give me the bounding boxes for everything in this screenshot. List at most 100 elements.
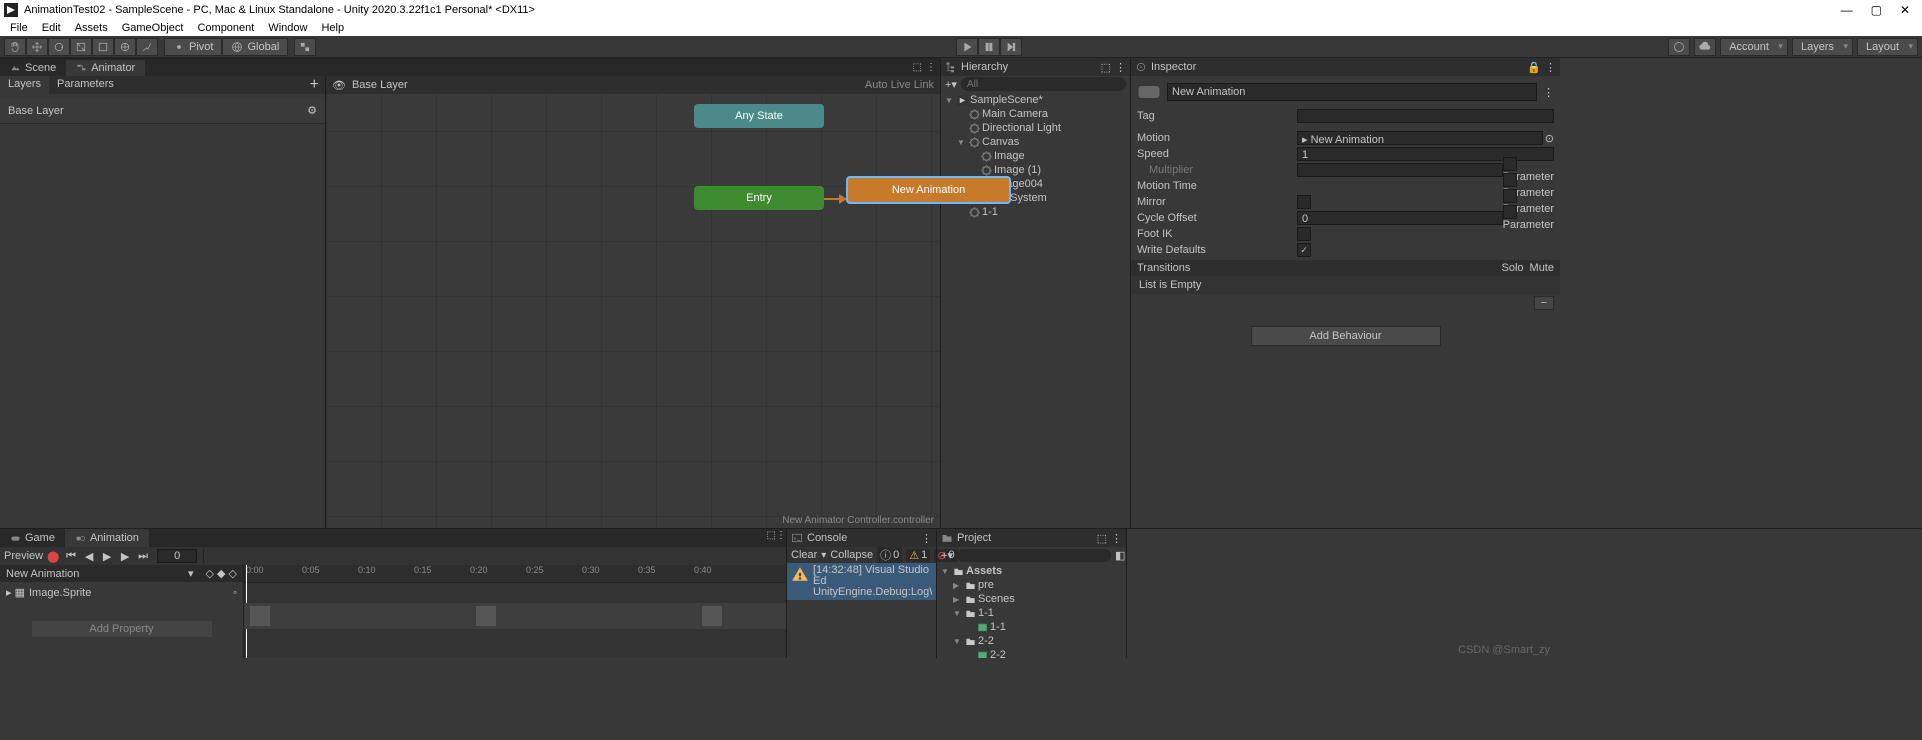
global-toggle[interactable]: Global xyxy=(222,38,288,56)
add-behaviour-button[interactable]: Add Behaviour xyxy=(1251,326,1441,346)
layer-settings-icon[interactable]: ⚙ xyxy=(307,104,317,117)
add-property-button[interactable]: Add Property xyxy=(32,621,212,637)
close-button[interactable]: ✕ xyxy=(1900,3,1910,17)
mirror-param-check[interactable] xyxy=(1503,189,1517,203)
info-count[interactable]: ⓘ0 xyxy=(877,547,902,563)
clip-dropdown[interactable]: New Animation▾◇ ◆ ◇ xyxy=(0,565,243,582)
keyframe[interactable] xyxy=(250,606,270,626)
tree-item[interactable]: Main Camera xyxy=(941,107,1130,121)
step-button[interactable] xyxy=(1000,38,1022,56)
frame-input[interactable]: 0 xyxy=(157,549,197,563)
tree-item[interactable]: Directional Light xyxy=(941,121,1130,135)
game-tab[interactable]: Game xyxy=(0,529,65,547)
hand-tool[interactable] xyxy=(4,38,26,56)
layer-row[interactable]: Base Layer ⚙ xyxy=(0,98,325,124)
tree-item[interactable]: ▼2-2 xyxy=(937,634,1126,648)
tree-item[interactable]: ▼Canvas xyxy=(941,135,1130,149)
animator-graph[interactable]: 👁 Base Layer Auto Live Link Any State En… xyxy=(326,76,940,528)
console-entry[interactable]: [14:32:48] Visual Studio EdUnityEngine.D… xyxy=(787,563,936,600)
record-button[interactable]: ⬤ xyxy=(45,549,61,563)
tree-item[interactable]: Image (1) xyxy=(941,163,1130,177)
play-button[interactable] xyxy=(956,38,978,56)
cycle-param-check[interactable] xyxy=(1503,205,1517,219)
motion-field[interactable]: ▸ New Animation xyxy=(1297,131,1543,145)
transition-arrow[interactable] xyxy=(824,198,846,200)
animator-tab[interactable]: Animator xyxy=(66,60,145,76)
motion-picker-icon[interactable]: ⊙ xyxy=(1545,132,1554,145)
keyframe[interactable] xyxy=(476,606,496,626)
first-frame-button[interactable]: ⏮ xyxy=(63,549,79,563)
rotate-tool[interactable] xyxy=(48,38,70,56)
menu-gameobject[interactable]: GameObject xyxy=(122,22,184,34)
layout-dropdown[interactable]: Layout xyxy=(1857,38,1918,56)
animation-state-node[interactable]: New Animation xyxy=(846,176,1011,204)
preview-toggle[interactable]: Preview xyxy=(4,550,43,562)
tree-item[interactable]: 2-2 xyxy=(937,648,1126,658)
minimize-button[interactable]: — xyxy=(1841,3,1853,17)
state-name-input[interactable]: New Animation xyxy=(1167,83,1537,101)
play-anim-button[interactable]: ▶ xyxy=(99,549,115,563)
menu-help[interactable]: Help xyxy=(321,22,344,34)
last-frame-button[interactable]: ⏭ xyxy=(135,549,151,563)
add-layer-button[interactable]: + xyxy=(304,76,325,94)
scene-tab[interactable]: Scene xyxy=(0,60,66,76)
prev-key-button[interactable]: ◀ xyxy=(81,549,97,563)
cycle-input[interactable]: 0 xyxy=(1297,211,1503,225)
timeline[interactable]: 0:000:050:100:150:200:250:300:350:40 xyxy=(244,565,786,658)
menu-component[interactable]: Component xyxy=(197,22,254,34)
motiontime-param-check[interactable] xyxy=(1503,173,1517,187)
anim-dock-icon[interactable]: ⬚ xyxy=(767,530,776,541)
menu-window[interactable]: Window xyxy=(268,22,307,34)
pause-button[interactable] xyxy=(978,38,1000,56)
tree-item[interactable]: ▶pre xyxy=(937,578,1126,592)
pivot-toggle[interactable]: Pivot xyxy=(164,38,222,56)
project-search[interactable] xyxy=(957,549,1111,562)
entry-node[interactable]: Entry xyxy=(694,186,824,210)
scale-tool[interactable] xyxy=(70,38,92,56)
inspector-lock-icon[interactable]: 🔒 xyxy=(1527,61,1541,74)
clear-button[interactable]: Clear xyxy=(791,549,817,561)
account-dropdown[interactable]: Account xyxy=(1720,38,1788,56)
collab-icon[interactable] xyxy=(1668,38,1690,56)
visibility-icon[interactable]: 👁 xyxy=(332,79,346,92)
property-row[interactable]: ▸ ▦ Image.Sprite◦ xyxy=(0,582,243,603)
writedef-check[interactable]: ✓ xyxy=(1297,243,1311,257)
any-state-node[interactable]: Any State xyxy=(694,104,824,128)
custom-tool[interactable] xyxy=(136,38,158,56)
tree-item[interactable]: ▼1-1 xyxy=(937,606,1126,620)
next-key-button[interactable]: ▶ xyxy=(117,549,133,563)
tree-item[interactable]: ▶Scenes xyxy=(937,592,1126,606)
warn-count[interactable]: ⚠1 xyxy=(906,549,930,562)
layers-subtab[interactable]: Layers xyxy=(0,76,49,94)
multiplier-param-check[interactable] xyxy=(1503,157,1517,171)
help-icon[interactable]: ⋮ xyxy=(1543,86,1554,99)
filter-icon[interactable]: ◧ xyxy=(1115,549,1125,562)
create-dropdown[interactable]: +▾ xyxy=(945,78,957,91)
keyframe[interactable] xyxy=(702,606,722,626)
panel-dock-icon[interactable]: ⬚ xyxy=(1101,61,1111,74)
anim-menu-icon[interactable]: ⋮ xyxy=(776,530,786,541)
cloud-icon[interactable] xyxy=(1694,38,1716,56)
tag-input[interactable] xyxy=(1297,109,1554,123)
layers-dropdown[interactable]: Layers xyxy=(1792,38,1853,56)
maximize-icon[interactable]: ⬚ xyxy=(913,62,922,73)
animation-tab[interactable]: Animation xyxy=(65,529,149,547)
tree-item[interactable]: ▼SampleScene* xyxy=(941,93,1130,107)
maximize-button[interactable]: ▢ xyxy=(1871,3,1882,17)
tree-item[interactable]: Image xyxy=(941,149,1130,163)
tab-menu-icon[interactable]: ⋮ xyxy=(926,62,936,73)
transform-tool[interactable] xyxy=(114,38,136,56)
panel-menu-icon[interactable]: ⋮ xyxy=(1115,61,1126,74)
rect-tool[interactable] xyxy=(92,38,114,56)
project-create[interactable]: +▾ xyxy=(941,549,953,562)
auto-live-link[interactable]: Auto Live Link xyxy=(865,79,934,91)
collapse-toggle[interactable]: Collapse xyxy=(830,549,873,561)
tree-item[interactable]: ▼Assets xyxy=(937,564,1126,578)
tree-item[interactable]: 1-1 xyxy=(941,205,1130,219)
menu-assets[interactable]: Assets xyxy=(75,22,108,34)
mirror-check[interactable] xyxy=(1297,195,1311,209)
breadcrumb[interactable]: Base Layer xyxy=(352,79,408,91)
move-tool[interactable] xyxy=(26,38,48,56)
parameters-subtab[interactable]: Parameters xyxy=(49,76,122,94)
menu-file[interactable]: File xyxy=(10,22,28,34)
